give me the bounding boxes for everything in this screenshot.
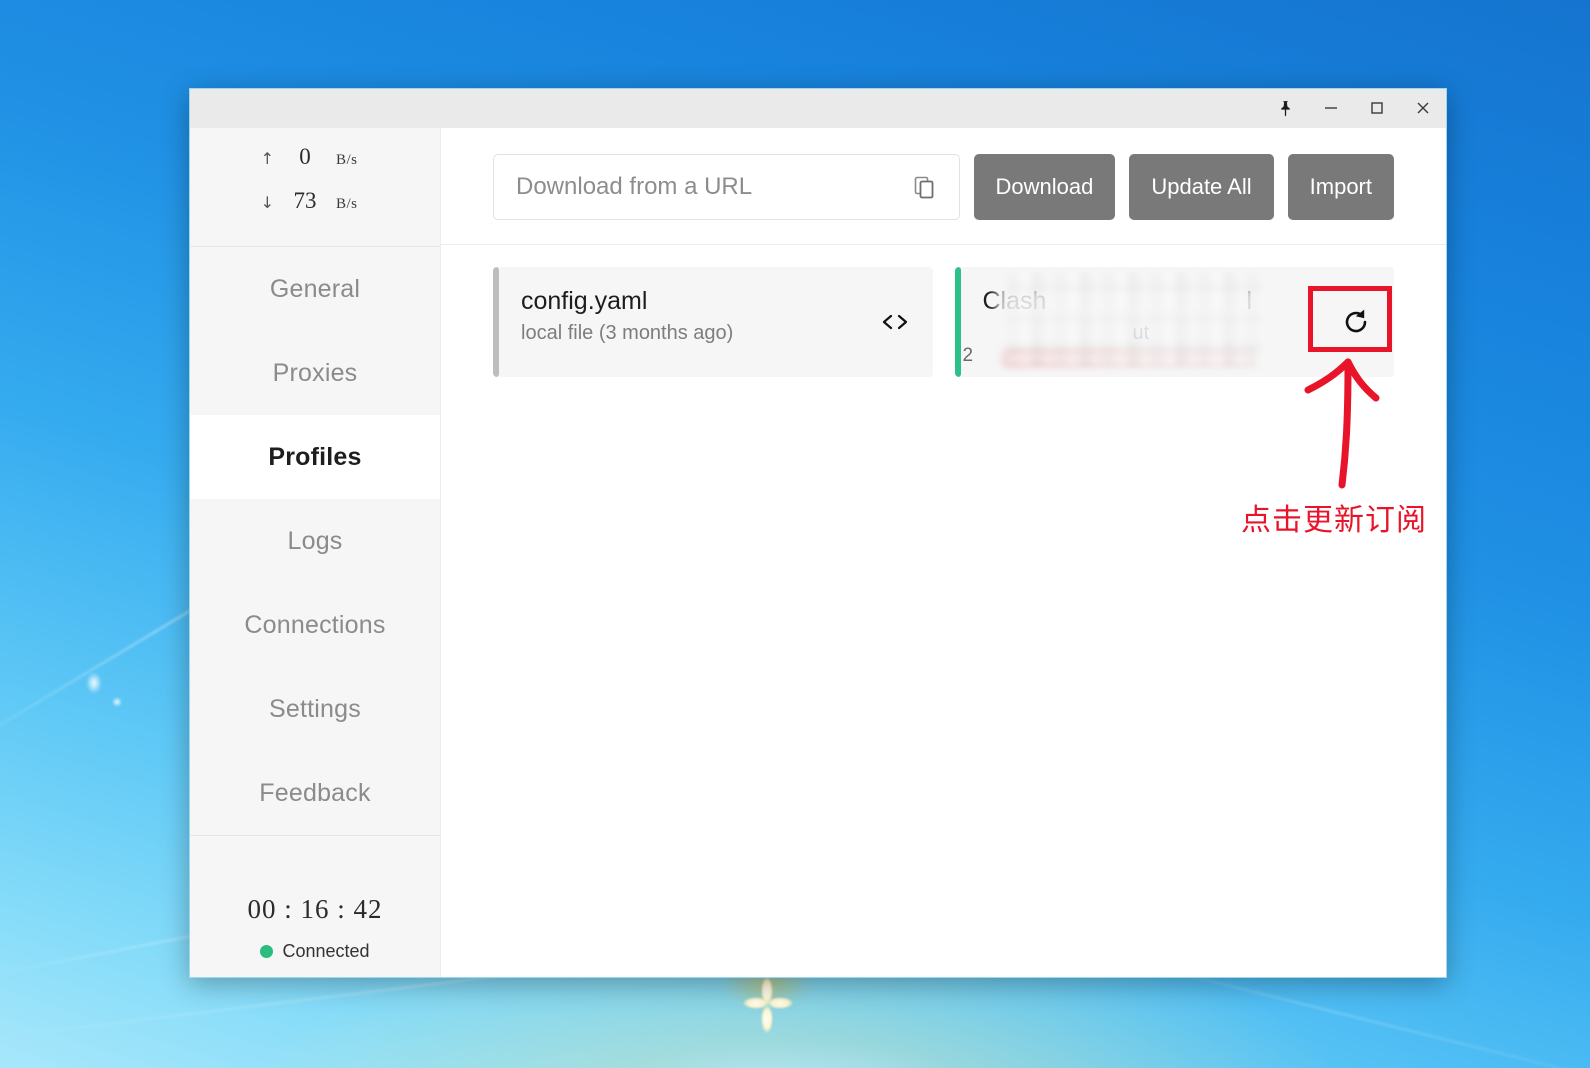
sidebar-nav: General Proxies Profiles Logs Connection…: [190, 247, 440, 836]
status-dot-icon: [260, 945, 273, 958]
profile-title: config.yaml: [521, 287, 857, 316]
code-brackets-icon[interactable]: [857, 267, 933, 377]
sidebar-item-general[interactable]: General: [190, 247, 440, 331]
clash-app-window: ↑ 0 B/s ↓ 73 B/s General Proxies Profile…: [189, 88, 1447, 978]
download-speed-value: 73: [274, 188, 336, 214]
profile-card-subscription[interactable]: Clash l ut 2: [955, 267, 1395, 377]
pin-icon[interactable]: [1262, 89, 1308, 127]
profiles-toolbar: Download Update All Import: [441, 128, 1446, 245]
windows-logo-glow-icon: [739, 975, 795, 1037]
download-speed-row: ↓ 73 B/s: [190, 188, 440, 232]
sidebar-item-logs[interactable]: Logs: [190, 499, 440, 583]
download-speed-unit: B/s: [336, 196, 390, 213]
update-all-button[interactable]: Update All: [1129, 154, 1273, 220]
wallpaper-sparkle: [86, 672, 102, 694]
profile-title: Clash: [983, 287, 1319, 316]
window-body: ↑ 0 B/s ↓ 73 B/s General Proxies Profile…: [190, 128, 1446, 978]
profile-subtitle: [983, 322, 1319, 345]
profile-subtitle: local file (3 months ago): [521, 322, 857, 345]
close-icon[interactable]: [1400, 89, 1446, 127]
sidebar-item-settings[interactable]: Settings: [190, 667, 440, 751]
upload-speed-value: 0: [274, 144, 336, 170]
profile-card-body: Clash l ut 2: [961, 267, 1319, 377]
upload-speed-row: ↑ 0 B/s: [190, 144, 440, 188]
traffic-stats: ↑ 0 B/s ↓ 73 B/s: [190, 128, 440, 247]
profiles-list: config.yaml local file (3 months ago): [441, 245, 1446, 399]
copy-icon[interactable]: [907, 170, 941, 204]
download-arrow-icon: ↓: [240, 193, 274, 212]
profile-card-body: config.yaml local file (3 months ago): [499, 267, 857, 377]
refresh-icon[interactable]: [1318, 267, 1394, 377]
url-input-wrapper[interactable]: [493, 154, 960, 220]
profile-subtitle-fragment-2: 2: [963, 345, 974, 367]
connection-status-panel: 00 : 16 : 42 Connected: [190, 836, 440, 978]
maximize-icon[interactable]: [1354, 89, 1400, 127]
sidebar: ↑ 0 B/s ↓ 73 B/s General Proxies Profile…: [190, 128, 441, 978]
sidebar-item-feedback[interactable]: Feedback: [190, 751, 440, 835]
minimize-icon[interactable]: [1308, 89, 1354, 127]
url-input[interactable]: [514, 172, 907, 202]
sidebar-item-proxies[interactable]: Proxies: [190, 331, 440, 415]
import-button[interactable]: Import: [1288, 154, 1394, 220]
sidebar-item-connections[interactable]: Connections: [190, 583, 440, 667]
download-button[interactable]: Download: [974, 154, 1116, 220]
usage-progress-bar-blurred: [1003, 349, 1255, 365]
sidebar-item-profiles[interactable]: Profiles: [190, 415, 440, 499]
upload-arrow-icon: ↑: [240, 149, 274, 168]
uptime-timer: 00 : 16 : 42: [247, 894, 382, 925]
status-label: Connected: [282, 941, 369, 962]
profile-card-local[interactable]: config.yaml local file (3 months ago): [493, 267, 933, 377]
main-content: Download Update All Import config.yaml l…: [441, 128, 1446, 978]
censored-overlay-veil: [995, 269, 1271, 365]
status-badge: Connected: [260, 941, 369, 962]
wallpaper-sparkle: [112, 697, 122, 707]
upload-speed-unit: B/s: [336, 152, 390, 169]
title-bar: [190, 89, 1446, 128]
